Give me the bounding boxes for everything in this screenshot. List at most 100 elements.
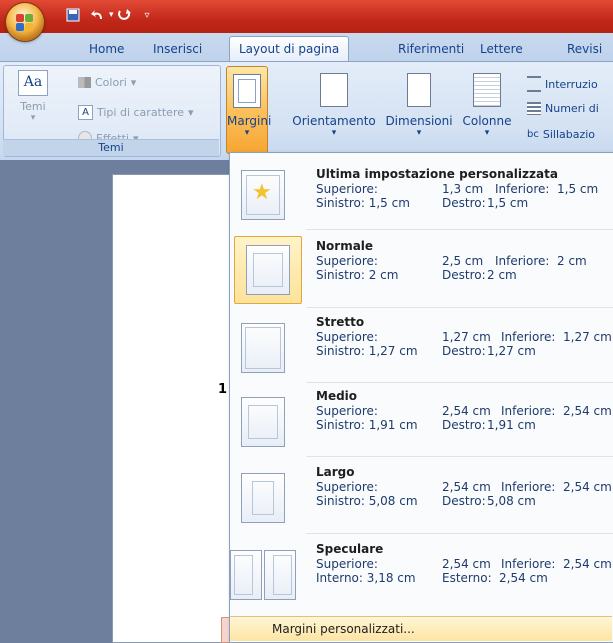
- numeri-label: Numeri di: [545, 102, 599, 115]
- option-title: Largo: [316, 465, 355, 479]
- bottom-value: 1,27 cm: [563, 330, 612, 344]
- office-logo-yellow: [25, 23, 33, 31]
- bottom-label: Inferiore:: [495, 254, 550, 268]
- columns-icon: [473, 73, 501, 107]
- margini-button[interactable]: Margini ▾: [226, 66, 271, 154]
- temi-button[interactable]: Aa Temi ▾: [8, 68, 58, 138]
- bottom-label: Inferiore:: [495, 182, 550, 196]
- speculare-thumbnail: [230, 547, 296, 603]
- margin-option-normale[interactable]: Normale Superiore: 2,5 cm Inferiore: 2 c…: [230, 236, 613, 308]
- top-label: Superiore:: [316, 182, 378, 196]
- menu-separator: [306, 456, 613, 457]
- left-label: Sinistro: 1,27 cm: [316, 344, 418, 358]
- top-value: 2,54 cm: [442, 404, 491, 418]
- bottom-label: Inferiore:: [501, 404, 556, 418]
- left-label: Sinistro: 1,91 cm: [316, 418, 418, 432]
- margini-personalizzati-button[interactable]: Margini personalizzati...: [230, 616, 612, 641]
- right-label: Destro:: [442, 344, 486, 358]
- themes-icon: Aa: [18, 70, 48, 96]
- menu-separator: [306, 382, 613, 383]
- top-value: 2,54 cm: [442, 480, 491, 494]
- margin-option-largo[interactable]: Largo Superiore: 2,54 cm Inferiore: 2,54…: [230, 461, 613, 533]
- tipi-carattere-button[interactable]: A Tipi di carattere ▾: [78, 105, 194, 120]
- temi-button-label: Temi: [20, 100, 46, 113]
- office-button[interactable]: [6, 3, 44, 41]
- dimensioni-button[interactable]: Dimensioni ▾: [384, 73, 454, 138]
- colori-button[interactable]: Colori ▾: [78, 76, 136, 89]
- margin-option-stretto[interactable]: Stretto Superiore: 1,27 cm Inferiore: 1,…: [230, 311, 613, 383]
- chevron-down-icon: ▾: [244, 128, 250, 138]
- hyphenation-icon: bc: [527, 129, 539, 140]
- margin-option-ultima[interactable]: ★ Ultima impostazione personalizzata Sup…: [230, 158, 613, 230]
- right-value: 1,91 cm: [487, 418, 536, 432]
- office-logo-red: [16, 14, 24, 22]
- option-title: Ultima impostazione personalizzata: [316, 167, 558, 181]
- chevron-down-icon: ▾: [130, 76, 137, 89]
- tab-home[interactable]: Home: [89, 42, 124, 56]
- save-icon[interactable]: [66, 8, 80, 22]
- font-icon: A: [78, 105, 93, 120]
- option-title: Medio: [316, 389, 358, 403]
- right-label: Destro:: [442, 196, 486, 210]
- left-label: Sinistro: 1,5 cm: [316, 196, 410, 210]
- chevron-down-icon: ▾: [331, 128, 337, 138]
- left-label: Interno: 3,18 cm: [316, 571, 416, 585]
- numeri-riga-button[interactable]: Numeri di: [527, 102, 599, 115]
- orientation-icon: [320, 73, 348, 107]
- right-value: 2,54 cm: [499, 571, 548, 585]
- undo-dropdown-icon[interactable]: ▾: [109, 10, 114, 20]
- colori-label: Colori: [95, 76, 127, 89]
- colonne-button[interactable]: Colonne ▾: [454, 73, 520, 138]
- option-title: Normale: [316, 239, 374, 253]
- margini-personalizzati-label: Margini personalizzati...: [272, 622, 415, 636]
- star-icon: ★: [252, 180, 272, 205]
- sillabazione-button[interactable]: bc Sillabazio: [527, 128, 595, 141]
- right-value: 5,08 cm: [487, 494, 536, 508]
- top-label: Superiore:: [316, 557, 378, 571]
- colonne-label: Colonne: [462, 114, 512, 128]
- right-label: Destro:: [442, 494, 486, 508]
- top-value: 2,5 cm: [442, 254, 484, 268]
- bottom-value: 2 cm: [557, 254, 587, 268]
- medio-thumbnail: [235, 394, 291, 450]
- right-value: 1,27 cm: [487, 344, 536, 358]
- chevron-down-icon: ▾: [416, 128, 422, 138]
- tab-inserisci[interactable]: Inserisci: [153, 42, 202, 56]
- top-value: 1,27 cm: [442, 330, 491, 344]
- left-label: Sinistro: 2 cm: [316, 268, 399, 282]
- bottom-label: Inferiore:: [501, 330, 556, 344]
- orientamento-button[interactable]: Orientamento ▾: [284, 73, 384, 138]
- menu-separator: [306, 533, 613, 534]
- margin-option-medio[interactable]: Medio Superiore: 2,54 cm Inferiore: 2,54…: [230, 385, 613, 457]
- bottom-label: Inferiore:: [501, 557, 556, 571]
- tab-layout-di-pagina[interactable]: Layout di pagina: [229, 36, 350, 62]
- customize-qat-icon[interactable]: ▿: [145, 10, 150, 21]
- largo-thumbnail: [235, 470, 291, 526]
- tab-lettere[interactable]: Lettere: [480, 42, 523, 56]
- option-title: Speculare: [316, 542, 384, 556]
- right-value: 2 cm: [487, 268, 517, 282]
- colors-icon: [78, 77, 91, 88]
- right-label: Destro:: [442, 418, 486, 432]
- chevron-down-icon: ▾: [484, 128, 490, 138]
- redo-icon[interactable]: [117, 8, 133, 22]
- size-icon: [407, 73, 431, 107]
- bottom-label: Inferiore:: [501, 480, 556, 494]
- document-page[interactable]: [112, 174, 244, 643]
- top-label: Superiore:: [316, 330, 378, 344]
- top-label: Superiore:: [316, 404, 378, 418]
- undo-icon[interactable]: [90, 8, 106, 22]
- temi-dropdown-icon: ▾: [30, 113, 36, 123]
- interruzioni-button[interactable]: Interruzio: [527, 76, 598, 92]
- document-text-fragment: 1: [218, 382, 228, 397]
- tab-riferimenti[interactable]: Riferimenti: [398, 42, 464, 56]
- right-label: Esterno:: [442, 571, 492, 585]
- bottom-value: 2,54 cm: [563, 404, 612, 418]
- margin-option-speculare[interactable]: Speculare Superiore: 2,54 cm Inferiore: …: [230, 538, 613, 610]
- dimensioni-label: Dimensioni: [385, 114, 453, 128]
- breaks-icon: [527, 76, 541, 92]
- bottom-value: 1,5 cm: [557, 182, 599, 196]
- ultima-thumbnail: ★: [235, 167, 291, 223]
- margins-icon: [233, 74, 261, 108]
- tab-revisione[interactable]: Revisi: [567, 42, 602, 56]
